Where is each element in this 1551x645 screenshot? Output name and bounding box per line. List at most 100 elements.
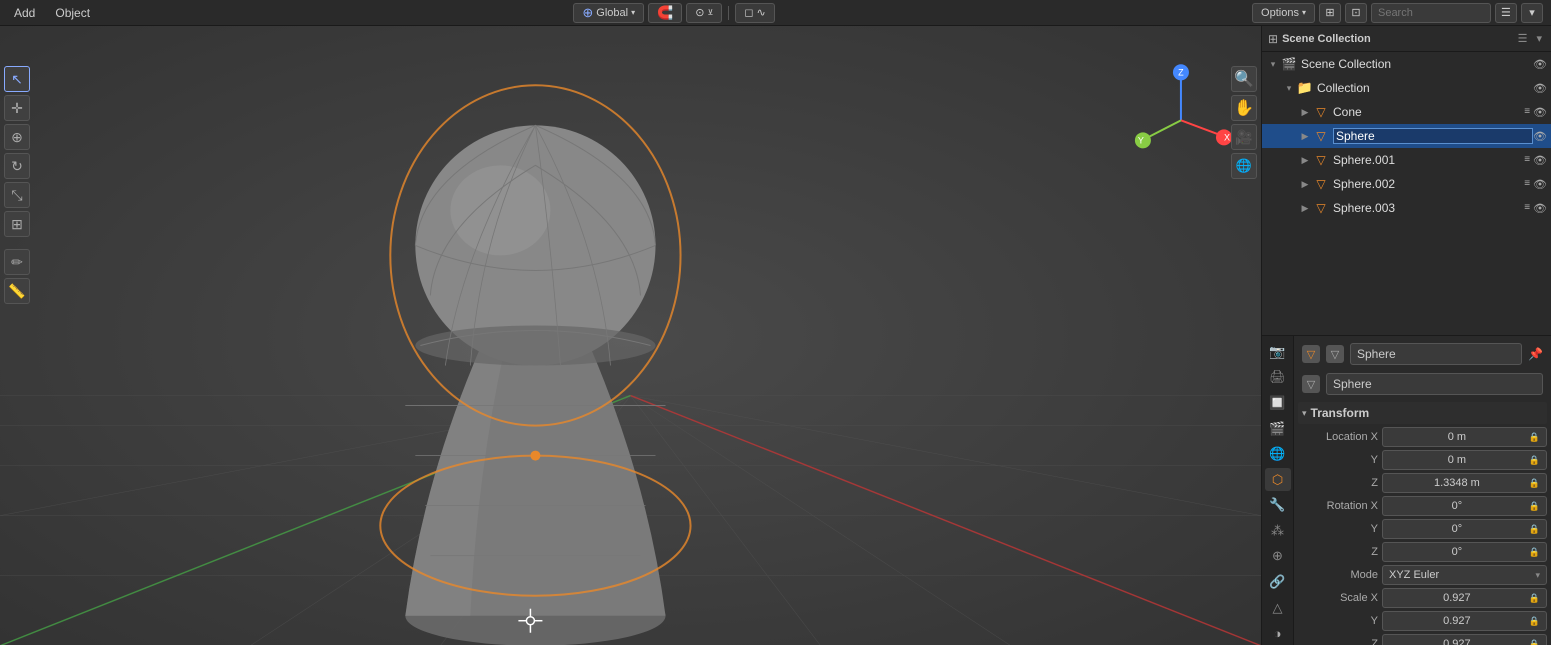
data-name-field[interactable] [1326, 373, 1543, 395]
scale-z-value[interactable]: 0.927 🔒 [1382, 634, 1547, 645]
object-menu[interactable]: Object [235, 30, 276, 48]
rotation-z-value[interactable]: 0° 🔒 [1382, 542, 1547, 562]
shading-chevron[interactable]: ▾ [1244, 33, 1255, 46]
prop-tab-object[interactable]: ⬡ [1265, 468, 1291, 492]
snap-elements[interactable]: ◻ ∿ [735, 3, 774, 23]
tool-measure[interactable]: 📏 [4, 278, 30, 304]
filter-btn[interactable]: ☰ [1495, 3, 1517, 23]
shading-solid[interactable]: ● [1174, 31, 1188, 48]
options-dropdown[interactable]: Options ▾ [1252, 3, 1315, 23]
prop-tab-world[interactable]: 🌐 [1265, 442, 1291, 466]
sphere001-visibility[interactable]: 👁 [1533, 154, 1547, 167]
location-z-row: Z 1.3348 m 🔒 [1298, 472, 1547, 494]
outliner-item-scene-collection[interactable]: ▾ 🎬 Scene Collection 👁 [1262, 52, 1551, 76]
location-y-lock[interactable]: 🔒 [1529, 455, 1540, 466]
rotation-y-row: Y 0° 🔒 [1298, 518, 1547, 540]
scale-y-text: 0.927 [1389, 615, 1525, 627]
orientation-label: Global [596, 7, 628, 19]
prop-tab-output[interactable]: 🖨 [1265, 366, 1291, 390]
outliner-item-cone[interactable]: ▶ ▽ Cone ≡ 👁 [1262, 100, 1551, 124]
tool-annotate[interactable]: ✏ [4, 249, 30, 275]
shading-material[interactable]: ◑ [1191, 31, 1205, 48]
prop-tab-data[interactable]: △ [1265, 596, 1291, 620]
prop-tab-constraints[interactable]: 🔗 [1265, 570, 1291, 594]
editor-type-btn[interactable]: ⊞ [6, 30, 28, 48]
viewport[interactable]: ⊞ Object Mode ▾ View Select Add Object ⌖… [0, 26, 1261, 645]
prop-tab-render[interactable]: 📷 [1265, 340, 1291, 364]
scale-x-row: Scale X 0.927 🔒 [1298, 587, 1547, 609]
tool-world[interactable]: 🌐 [1231, 153, 1257, 179]
scale-x-value[interactable]: 0.927 🔒 [1382, 588, 1547, 608]
viewport-gizmo-toggle[interactable]: ⌖ [1119, 30, 1132, 48]
outliner-item-sphere[interactable]: ▶ ▽ 👁 [1262, 124, 1551, 148]
scale-x-lock[interactable]: 🔒 [1529, 593, 1540, 604]
outliner-item-sphere003[interactable]: ▶ ▽ Sphere.003 ≡ 👁 [1262, 196, 1551, 220]
scale-y-value[interactable]: 0.927 🔒 [1382, 611, 1547, 631]
prop-tab-scene[interactable]: 🎬 [1265, 417, 1291, 441]
location-x-value[interactable]: 0 m 🔒 [1382, 427, 1547, 447]
tool-cursor[interactable]: ✛ [4, 95, 30, 121]
proportional-edit[interactable]: ⊙ ⊻ [686, 3, 722, 23]
tool-zoom[interactable]: 🔍 [1231, 66, 1257, 92]
sphere-right: 👁 [1533, 130, 1547, 143]
view-icon-btn-2[interactable]: ⊡ [1345, 3, 1367, 23]
tool-select[interactable]: ↖ [4, 66, 30, 92]
obj-name-field[interactable] [1350, 343, 1522, 365]
menu-object[interactable]: Object [49, 4, 96, 22]
xray-toggle[interactable]: ⧉ [1156, 30, 1171, 48]
overlay-toggle[interactable]: ◎ [1135, 30, 1152, 48]
svg-text:Z: Z [1178, 67, 1184, 77]
outliner-filter-btn[interactable]: ☰ [1515, 31, 1531, 46]
sphere-rename-input[interactable] [1333, 128, 1533, 144]
location-z-lock[interactable]: 🔒 [1529, 478, 1540, 489]
tool-pan[interactable]: ✋ [1231, 95, 1257, 121]
rotation-x-lock[interactable]: 🔒 [1529, 501, 1540, 512]
rotation-y-value[interactable]: 0° 🔒 [1382, 519, 1547, 539]
outliner-item-sphere001[interactable]: ▶ ▽ Sphere.001 ≡ 👁 [1262, 148, 1551, 172]
snap-toggle[interactable]: 🧲 [648, 3, 682, 23]
prop-tab-material[interactable]: ◑ [1265, 621, 1291, 645]
location-z-value[interactable]: 1.3348 m 🔒 [1382, 473, 1547, 493]
rotation-x-value[interactable]: 0° 🔒 [1382, 496, 1547, 516]
rotation-z-lock[interactable]: 🔒 [1529, 547, 1540, 558]
prop-tab-view[interactable]: 🔲 [1265, 391, 1291, 415]
prop-tab-modifiers[interactable]: 🔧 [1265, 493, 1291, 517]
tool-move[interactable]: ⊕ [4, 124, 30, 150]
prop-tab-particles[interactable]: ⁂ [1265, 519, 1291, 543]
scene-collection-visibility[interactable]: 👁 [1533, 58, 1547, 71]
location-x-lock[interactable]: 🔒 [1529, 432, 1540, 443]
prop-tab-physics[interactable]: ⊕ [1265, 545, 1291, 569]
scale-y-lock[interactable]: 🔒 [1529, 616, 1540, 627]
transform-orientation[interactable]: ⊕ Global ▾ [573, 3, 644, 23]
pin-icon[interactable]: 📌 [1528, 347, 1543, 361]
filter-icon[interactable]: ▾ [1521, 3, 1543, 23]
scale-z-lock[interactable]: 🔒 [1529, 639, 1540, 645]
collection-visibility[interactable]: 👁 [1533, 82, 1547, 95]
outliner-search-btn[interactable]: ▾ [1533, 31, 1545, 46]
cone-visibility[interactable]: 👁 [1533, 106, 1547, 119]
mode-chevron-icon: ▾ [97, 35, 101, 44]
location-y-value[interactable]: 0 m 🔒 [1382, 450, 1547, 470]
outliner-item-collection[interactable]: ▾ 📁 Collection 👁 [1262, 76, 1551, 100]
select-menu[interactable]: Select [157, 30, 197, 48]
search-input[interactable] [1371, 3, 1491, 23]
tool-camera[interactable]: 🎥 [1231, 124, 1257, 150]
rotation-mode-dropdown[interactable]: XYZ Euler ▾ [1382, 565, 1547, 585]
add-menu[interactable]: Add [201, 30, 231, 48]
rotation-y-lock[interactable]: 🔒 [1529, 524, 1540, 535]
tool-rotate[interactable]: ↻ [4, 153, 30, 179]
shading-wireframe[interactable]: ◻ [1225, 30, 1242, 48]
view-icon-btn-1[interactable]: ⊞ [1319, 3, 1341, 23]
tool-transform[interactable]: ⊞ [4, 211, 30, 237]
outliner-item-sphere002[interactable]: ▶ ▽ Sphere.002 ≡ 👁 [1262, 172, 1551, 196]
shading-rendered[interactable]: ○ [1208, 31, 1222, 48]
transform-header[interactable]: ▾ Transform [1298, 402, 1547, 424]
menu-add[interactable]: Add [8, 4, 41, 22]
sphere-visibility[interactable]: 👁 [1533, 130, 1547, 143]
viewport-mode-btn[interactable]: Object Mode ▾ [32, 30, 107, 48]
sphere002-visibility[interactable]: 👁 [1533, 178, 1547, 191]
scale-z-row: Z 0.927 🔒 [1298, 633, 1547, 645]
view-menu[interactable]: View [120, 30, 154, 48]
sphere003-visibility[interactable]: 👁 [1533, 202, 1547, 215]
tool-scale[interactable]: ⤡ [4, 182, 30, 208]
